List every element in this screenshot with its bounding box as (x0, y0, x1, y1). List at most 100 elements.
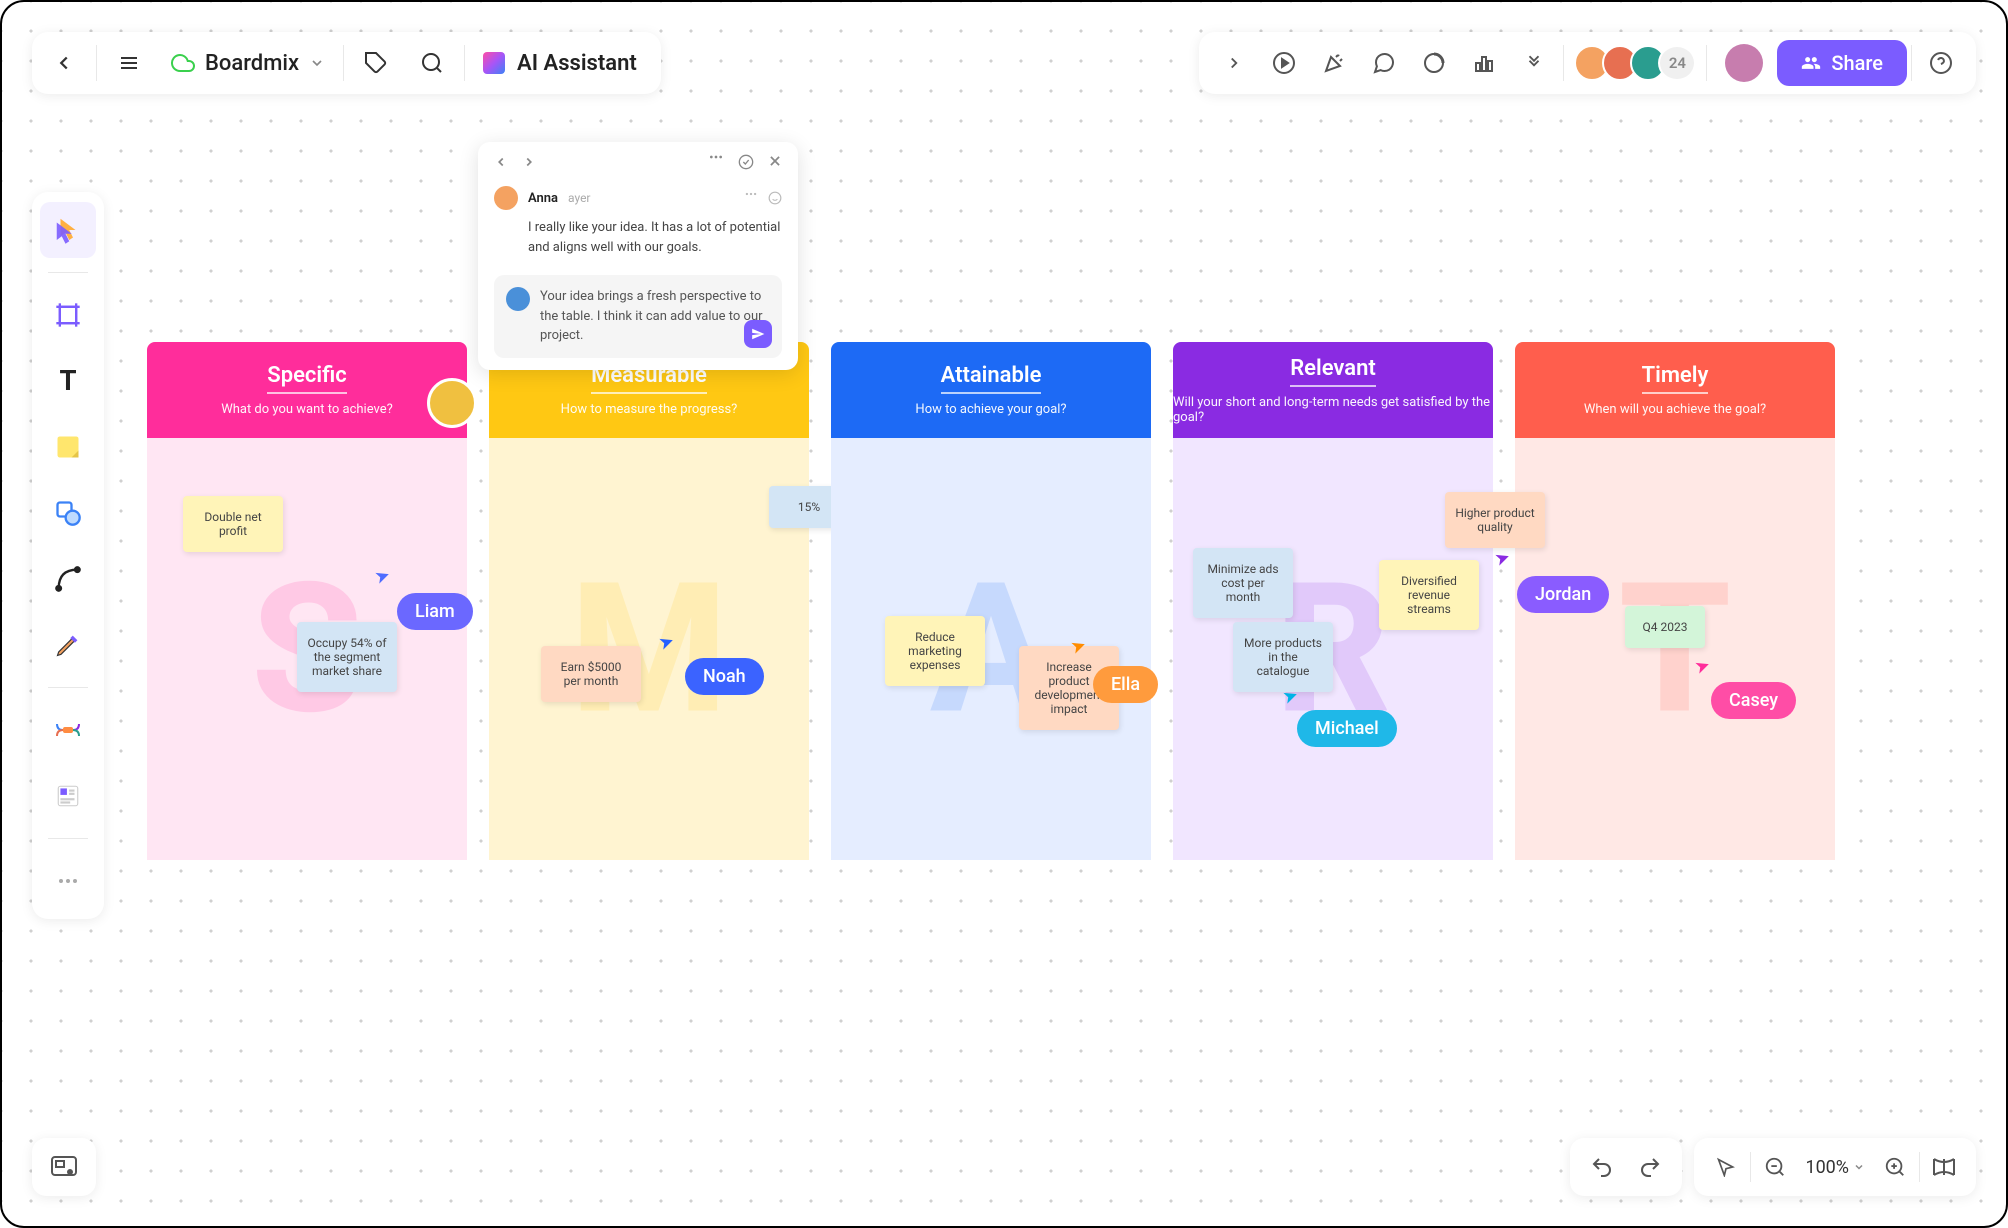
zoom-level-dropdown[interactable]: 100% (1799, 1157, 1871, 1178)
comment-text: I really like your idea. It has a lot of… (494, 218, 782, 257)
zoom-out-button[interactable] (1751, 1143, 1799, 1191)
sticky-note[interactable]: Reduce marketing expenses (885, 616, 985, 686)
divider (464, 45, 465, 81)
connector-tool[interactable] (40, 551, 96, 607)
fit-view-button[interactable] (1920, 1143, 1968, 1191)
reply-avatar (506, 287, 530, 311)
comment-avatar (494, 186, 518, 210)
comment-author: Anna (528, 191, 558, 206)
more-options-button[interactable] (708, 154, 724, 170)
sticky-note[interactable]: Earn $5000 per month (541, 646, 641, 702)
menu-button[interactable] (101, 35, 157, 91)
cursor-icon: ➤ (1492, 546, 1513, 571)
cursor-icon: ➤ (1068, 634, 1089, 659)
send-button[interactable] (744, 320, 772, 348)
ai-assistant-button[interactable]: AI Assistant (469, 51, 657, 76)
vote-button[interactable] (1459, 38, 1509, 88)
chevron-down-icon (309, 55, 325, 71)
cursor-label: Noah (685, 658, 764, 695)
prev-comment-button[interactable] (494, 155, 508, 169)
divider (1706, 45, 1707, 81)
divider (96, 45, 97, 81)
cursor-label: Ella (1093, 666, 1158, 703)
sticky-note[interactable]: Q4 2023 (1625, 606, 1705, 648)
column-subtitle: What do you want to achieve? (221, 402, 393, 417)
pen-tool[interactable] (40, 617, 96, 673)
zoom-value: 100% (1805, 1157, 1849, 1178)
ai-logo-icon (483, 52, 505, 74)
ai-assistant-label: AI Assistant (517, 51, 637, 76)
divider (343, 45, 344, 81)
zoom-in-button[interactable] (1871, 1143, 1919, 1191)
share-label: Share (1831, 51, 1883, 75)
board-name-dropdown[interactable]: Boardmix (157, 51, 339, 76)
column-subtitle: How to achieve your goal? (915, 402, 1066, 417)
cursor-icon: ➤ (1280, 684, 1301, 709)
collaborator-avatars[interactable]: 24 (1568, 45, 1702, 81)
reply-input[interactable]: Your idea brings a fresh perspective to … (494, 275, 782, 358)
celebrate-button[interactable] (1309, 38, 1359, 88)
template-tool[interactable] (40, 768, 96, 824)
resolve-button[interactable] (738, 154, 754, 170)
comment-time: ayer (568, 191, 590, 205)
comment-panel[interactable]: Anna ayer I really like your idea. It ha… (478, 142, 798, 370)
cursor-mode-button[interactable] (1702, 1143, 1750, 1191)
profile-avatar[interactable] (1725, 44, 1763, 82)
select-tool[interactable] (40, 202, 96, 258)
sticky-note[interactable]: Minimize ads cost per month (1193, 548, 1293, 618)
redo-button[interactable] (1626, 1143, 1674, 1191)
present-button[interactable] (1259, 38, 1309, 88)
divider (48, 687, 88, 688)
watermark-letter: T (1619, 544, 1732, 755)
more-tools-button[interactable] (1509, 38, 1559, 88)
help-button[interactable] (1916, 38, 1966, 88)
timer-button[interactable] (1409, 38, 1459, 88)
sticky-note-tool[interactable] (40, 419, 96, 475)
column-title: Relevant (1290, 356, 1376, 387)
column-relevant[interactable]: Relevant Will your short and long-term n… (1173, 342, 1493, 860)
column-specific[interactable]: Specific What do you want to achieve? S … (147, 342, 467, 860)
tag-button[interactable] (348, 35, 404, 91)
undo-button[interactable] (1578, 1143, 1626, 1191)
sticky-note[interactable]: More products in the catalogue (1233, 622, 1333, 692)
cursor-label: Liam (397, 593, 473, 630)
more-tools-button[interactable] (40, 853, 96, 909)
column-avatar-badge[interactable] (427, 378, 477, 428)
column-subtitle: How to measure the progress? (561, 402, 738, 417)
minimap-button[interactable] (32, 1138, 96, 1196)
column-title: Specific (267, 363, 346, 394)
divider (48, 272, 88, 273)
comment-more-icon[interactable] (744, 191, 758, 205)
sticky-note[interactable]: Occupy 54% of the segment market share (297, 622, 397, 692)
sticky-note[interactable]: Double net profit (183, 496, 283, 552)
column-attainable[interactable]: Attainable How to achieve your goal? A R… (831, 342, 1151, 860)
close-button[interactable] (768, 154, 782, 170)
mindmap-tool[interactable] (40, 702, 96, 758)
sticky-note[interactable]: Higher product quality (1445, 492, 1545, 548)
bottom-right-toolbar: 100% (1570, 1138, 1976, 1196)
board-title: Boardmix (205, 51, 299, 76)
text-tool[interactable]: T (40, 353, 96, 409)
smart-board[interactable]: Specific What do you want to achieve? S … (147, 342, 1835, 860)
column-title: Attainable (941, 363, 1042, 394)
cursor-label: Casey (1711, 682, 1796, 719)
avatar-count[interactable]: 24 (1658, 45, 1696, 81)
back-button[interactable] (36, 35, 92, 91)
share-button[interactable]: Share (1777, 40, 1907, 86)
comment-button[interactable] (1359, 38, 1409, 88)
comment-emoji-icon[interactable] (768, 191, 782, 205)
column-timely[interactable]: Timely When will you achieve the goal? T… (1515, 342, 1835, 860)
column-subtitle: Will your short and long-term needs get … (1173, 395, 1493, 425)
shape-tool[interactable] (40, 485, 96, 541)
cursor-icon: ➤ (656, 630, 677, 655)
reply-text: Your idea brings a fresh perspective to … (540, 287, 770, 346)
sticky-note[interactable]: Diversified revenue streams (1379, 560, 1479, 630)
column-measurable[interactable]: Measurable How to measure the progress? … (489, 342, 809, 860)
search-button[interactable] (404, 35, 460, 91)
collapse-toggle-button[interactable] (1209, 38, 1259, 88)
column-title: Timely (1642, 363, 1709, 394)
next-comment-button[interactable] (522, 155, 536, 169)
svg-text:T: T (59, 366, 76, 396)
frame-tool[interactable] (40, 287, 96, 343)
cursor-icon: ➤ (1692, 654, 1713, 679)
